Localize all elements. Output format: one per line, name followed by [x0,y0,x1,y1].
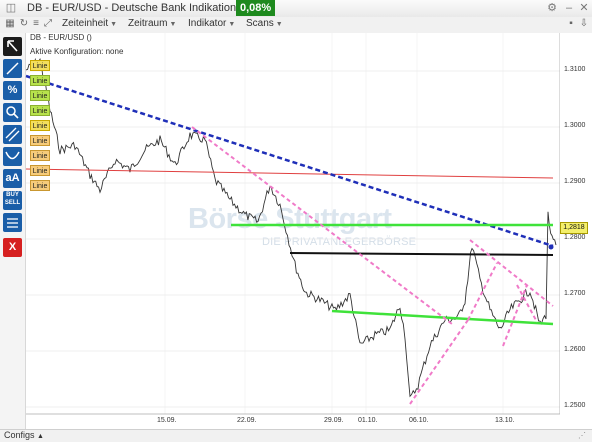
y-tick-label: 1.2500 [564,402,586,409]
chart-info: DB - EUR/USD () Aktive Konfiguration: no… [30,34,123,56]
triangle-up-icon: ▲ [37,433,44,440]
y-tick-label: 1.2900 [564,178,586,185]
price-series [25,57,557,398]
horizontal-resistance-line[interactable] [25,168,554,179]
y-tick-label: 1.2700 [564,290,586,297]
x-tick-label: 29.09. [324,417,344,424]
y-tick-label: 1.3000 [564,122,586,129]
line-tag[interactable]: Linie [30,120,50,131]
x-tick-label: 01.10. [358,417,378,424]
black-horizontal-line[interactable] [289,252,554,256]
instrument-label: DB - EUR/USD () [30,33,92,42]
y-tick-label: 1.2800 [564,234,586,241]
current-price-marker [548,244,554,250]
line-tag[interactable]: Linie [30,75,50,86]
x-tick-label: 06.10. [409,417,429,424]
line-tag[interactable]: Linie [30,150,50,161]
line-tag[interactable]: Linie [30,90,50,101]
chart-grid [26,33,560,414]
downtrend-line[interactable] [25,74,554,248]
line-tag[interactable]: Linie [30,165,50,176]
line-tag[interactable]: Linie [30,60,50,71]
y-tick-label: 1.3100 [564,66,586,73]
configs-label: Configs [4,430,35,440]
pink-dashed-line[interactable] [502,284,528,347]
support-line-lower[interactable] [331,309,554,326]
y-tick-label: 1.2600 [564,346,586,353]
x-tick-label: 13.10. [495,417,515,424]
configs-button[interactable]: Configs ▲ [4,430,44,440]
price-chart [25,33,561,415]
configuration-label: Aktive Konfiguration: none [30,47,124,56]
line-tag[interactable]: Linie [30,105,50,116]
pink-dashed-line[interactable] [467,262,498,321]
current-price-badge: 1,2818 [560,222,588,234]
line-tag[interactable]: Linie [30,180,50,191]
pink-dashed-line[interactable] [469,239,554,307]
resize-grip-icon[interactable]: ⋰ [578,431,586,440]
status-bar: Configs ▲ ⋰ [0,429,592,442]
line-tag[interactable]: Linie [30,135,50,146]
x-tick-label: 15.09. [157,417,177,424]
x-tick-label: 22.09. [237,417,257,424]
